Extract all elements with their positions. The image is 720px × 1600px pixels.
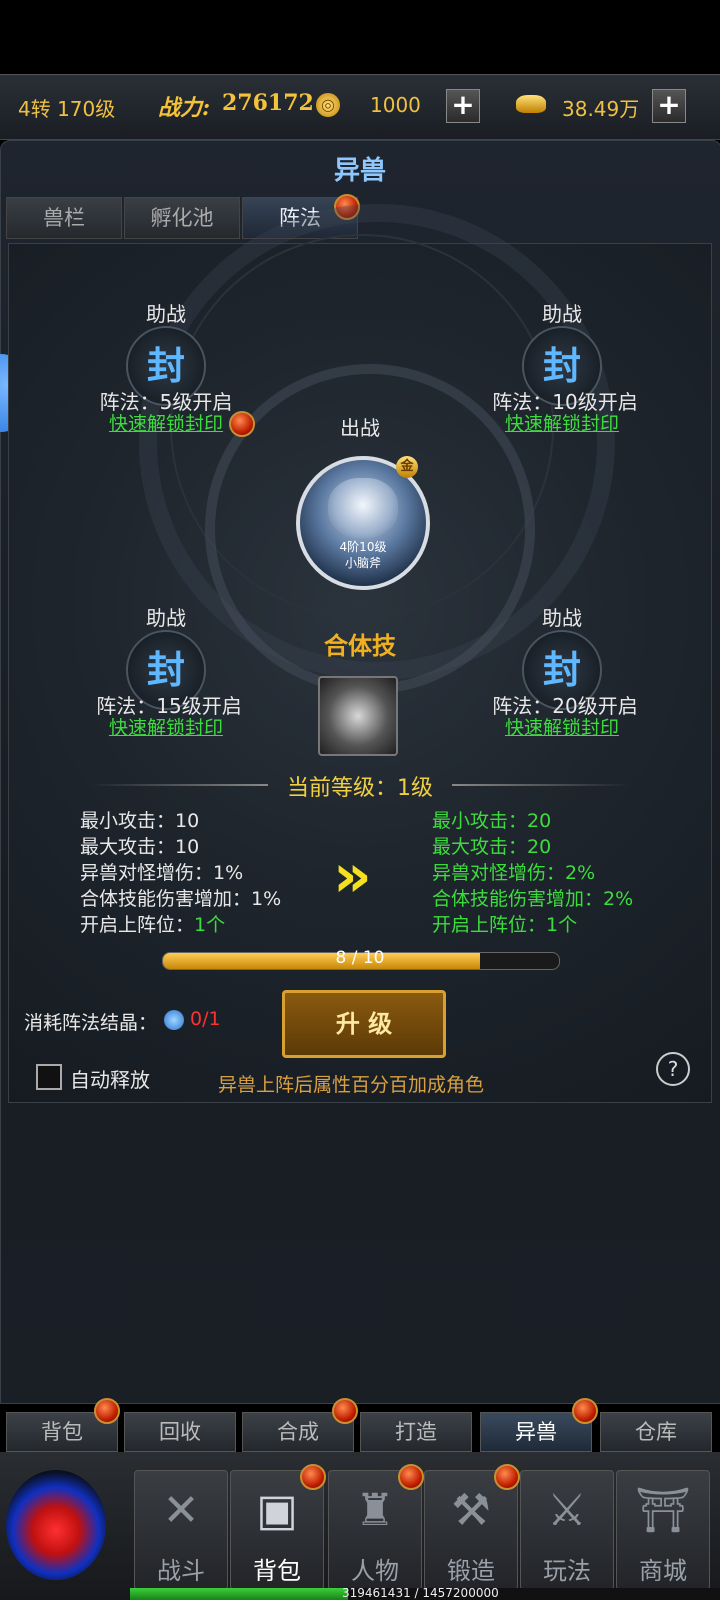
slot4-label: 助战 <box>542 606 582 630</box>
auto-release-label: 自动释放 <box>70 1068 150 1092</box>
current-combo-dmg: 合体技能伤害增加：1% <box>80 888 282 910</box>
nav-bag-label: 背包 <box>253 1557 301 1585</box>
tab-beast-pen[interactable]: 兽栏 <box>6 197 122 239</box>
slot2-unlock-link[interactable]: 快速解锁封印 <box>492 409 632 436</box>
slot3-unlock-link[interactable]: 快速解锁封印 <box>96 713 236 740</box>
divider-left <box>90 784 268 786</box>
nav-gameplay[interactable]: ⚔ 玩法 <box>520 1470 614 1590</box>
exp-fill <box>130 1588 349 1600</box>
next-max-attack: 最大攻击：20 <box>432 836 552 858</box>
tab-hatch-pool[interactable]: 孵化池 <box>124 197 240 239</box>
beast-name: 小脑斧 <box>344 556 381 570</box>
progress-text: 8 / 10 <box>335 948 385 968</box>
current-level: 当前等级：1级 <box>287 776 433 801</box>
formation-area <box>8 204 712 1103</box>
add-coin-button[interactable]: + <box>446 89 480 123</box>
slot2-label: 助战 <box>542 302 582 326</box>
next-slots: 开启上阵位：1个 <box>432 914 578 936</box>
auto-release-checkbox[interactable] <box>36 1064 62 1090</box>
upgrade-button[interactable]: 升 级 <box>282 990 446 1058</box>
slot1-unlock-link[interactable]: 快速解锁封印 <box>96 409 236 436</box>
divider-right <box>452 784 630 786</box>
exp-text: 319461431 / 1457200000 <box>342 1586 499 1600</box>
notification-dot <box>229 411 255 437</box>
add-ingot-button[interactable]: + <box>652 89 686 123</box>
ingot-icon <box>516 95 546 113</box>
hint-text: 异兽上阵后属性百分百加成角色 <box>218 1074 485 1096</box>
winged-sword-icon: ⚔ <box>547 1485 587 1536</box>
subtab-recycle[interactable]: 回收 <box>124 1412 236 1452</box>
anvil-icon: ⚒ <box>451 1485 491 1536</box>
gold-badge-icon: 金 <box>396 456 418 478</box>
main-slot-label: 出战 <box>340 416 380 440</box>
bag-icon: ▣ <box>256 1485 298 1536</box>
crossed-swords-icon: ✕ <box>162 1485 200 1536</box>
current-min-attack: 最小攻击：10 <box>80 810 200 832</box>
ingot-amount: 38.49万 <box>562 97 640 121</box>
helmet-icon: ♜ <box>355 1485 395 1536</box>
slot1-label: 助战 <box>146 302 186 326</box>
notification-dot <box>494 1464 520 1490</box>
cost-value: 0/1 <box>190 1008 221 1030</box>
current-monster-dmg: 异兽对怪增伤：1% <box>80 862 244 884</box>
next-monster-dmg: 异兽对怪增伤：2% <box>432 862 596 884</box>
arrow-right-icon: » <box>333 841 372 911</box>
power-label: 战力: <box>158 95 211 121</box>
combo-skill-icon[interactable] <box>318 676 398 756</box>
coin-icon: ◎ <box>316 93 340 117</box>
notification-dot <box>300 1464 326 1490</box>
help-icon[interactable]: ? <box>656 1052 690 1086</box>
next-min-attack: 最小攻击：20 <box>432 810 552 832</box>
top-status-bar: 4转 170级 战力: 276172 ◎ 1000 + 38.49万 + <box>0 74 720 140</box>
nav-battle-label: 战斗 <box>157 1557 205 1585</box>
coin-amount: 1000 <box>370 93 421 117</box>
cost-label: 消耗阵法结晶： <box>24 1012 158 1034</box>
subtab-forge[interactable]: 打造 <box>360 1412 472 1452</box>
taiji-orb-icon[interactable] <box>6 1470 106 1580</box>
notification-dot <box>332 1398 358 1424</box>
subtab-warehouse[interactable]: 仓库 <box>600 1412 712 1452</box>
shop-gate-icon: ⛩ <box>635 1485 691 1536</box>
nav-shop[interactable]: ⛩ 商城 <box>616 1470 710 1590</box>
nav-battle[interactable]: ✕ 战斗 <box>134 1470 228 1590</box>
current-max-attack: 最大攻击：10 <box>80 836 200 858</box>
notification-dot <box>94 1398 120 1424</box>
panel-title: 异兽 <box>333 156 386 186</box>
current-slots: 开启上阵位：1个 <box>80 910 225 937</box>
slot3-label: 助战 <box>146 606 186 630</box>
notification-dot <box>572 1398 598 1424</box>
player-level: 4转 170级 <box>18 97 116 121</box>
combo-skill-title: 合体技 <box>324 632 396 660</box>
beast-icon <box>328 478 398 538</box>
notification-dot <box>398 1464 424 1490</box>
crystal-icon <box>164 1010 184 1030</box>
nav-gameplay-label: 玩法 <box>543 1557 591 1585</box>
next-combo-dmg: 合体技能伤害增加：2% <box>432 888 634 910</box>
power-value: 276172 <box>222 90 314 116</box>
slot4-unlock-link[interactable]: 快速解锁封印 <box>492 713 632 740</box>
current-slots-value: 1个 <box>194 914 226 936</box>
nav-character-label: 人物 <box>351 1557 399 1585</box>
nav-shop-label: 商城 <box>639 1557 687 1585</box>
beast-stage: 4阶10级 <box>339 540 387 554</box>
nav-forge-label: 锻造 <box>447 1557 495 1585</box>
current-slots-label: 开启上阵位： <box>80 914 195 936</box>
